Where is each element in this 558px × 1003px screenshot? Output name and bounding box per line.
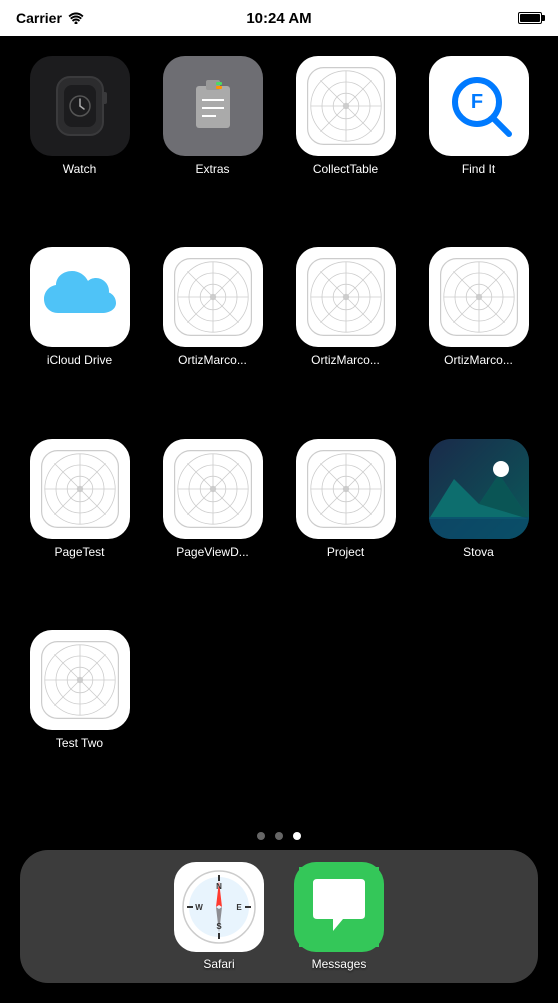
messages-icon-svg <box>299 867 379 947</box>
app-testtwo[interactable]: Test Two <box>18 630 141 801</box>
svg-text:N: N <box>216 882 222 891</box>
findit-label: Find It <box>462 162 495 176</box>
watch-label: Watch <box>63 162 97 176</box>
icloud-label: iCloud Drive <box>47 353 112 367</box>
carrier-label: Carrier <box>16 10 62 26</box>
app-pagetest[interactable]: PageTest <box>18 439 141 610</box>
pageviewd-label: PageViewD... <box>176 545 249 559</box>
messages-icon <box>294 862 384 952</box>
app-collecttable[interactable]: CollectTable <box>284 56 407 227</box>
battery-icon <box>518 12 542 24</box>
testtwo-label: Test Two <box>56 736 103 750</box>
ortizmarco3-grid-icon <box>439 257 519 337</box>
dock-messages[interactable]: Messages <box>294 862 384 971</box>
pagetest-label: PageTest <box>54 545 104 559</box>
carrier-wifi: Carrier <box>16 10 84 26</box>
ortizmarco2-grid-icon <box>306 257 386 337</box>
app-pageviewd[interactable]: PageViewD... <box>151 439 274 610</box>
project-icon <box>296 439 396 539</box>
project-label: Project <box>327 545 364 559</box>
battery-area <box>518 12 542 24</box>
app-ortizmarco2[interactable]: OrtizMarco... <box>284 247 407 418</box>
app-icloud[interactable]: iCloud Drive <box>18 247 141 418</box>
page-dots <box>0 822 558 850</box>
extras-label: Extras <box>195 162 229 176</box>
stova-icon <box>429 439 529 539</box>
app-ortizmarco3[interactable]: OrtizMarco... <box>417 247 540 418</box>
findit-icon: F <box>429 56 529 156</box>
app-grid: Watch Extras <box>0 36 558 822</box>
project-grid-icon <box>306 449 386 529</box>
pageviewd-icon <box>163 439 263 539</box>
extras-icon-svg <box>188 76 238 136</box>
svg-text:F: F <box>470 91 482 113</box>
svg-text:E: E <box>236 903 242 912</box>
page-dot-1[interactable] <box>257 832 265 840</box>
ortizmarco3-icon <box>429 247 529 347</box>
pagetest-icon <box>30 439 130 539</box>
battery-fill <box>520 14 540 22</box>
watch-face-icon <box>69 95 91 117</box>
ortizmarco1-icon <box>163 247 263 347</box>
extras-icon <box>163 56 263 156</box>
collecttable-label: CollectTable <box>313 162 378 176</box>
icloud-icon <box>30 247 130 347</box>
messages-label: Messages <box>312 957 367 971</box>
ortizmarco2-label: OrtizMarco... <box>311 353 380 367</box>
findit-icon-svg: F <box>439 66 519 146</box>
wifi-icon <box>68 12 84 24</box>
ortizmarco1-label: OrtizMarco... <box>178 353 247 367</box>
app-watch[interactable]: Watch <box>18 56 141 227</box>
testtwo-grid-icon <box>40 640 120 720</box>
svg-text:W: W <box>195 903 203 912</box>
safari-icon: N S E W <box>174 862 264 952</box>
app-extras[interactable]: Extras <box>151 56 274 227</box>
safari-label: Safari <box>203 957 234 971</box>
svg-text:S: S <box>216 922 222 931</box>
page-dot-3[interactable] <box>293 832 301 840</box>
safari-icon-svg: N S E W <box>179 867 259 947</box>
pageviewd-grid-icon <box>173 449 253 529</box>
watch-icon <box>30 56 130 156</box>
status-time: 10:24 AM <box>246 10 311 27</box>
ortizmarco1-grid-icon <box>173 257 253 337</box>
collecttable-icon <box>296 56 396 156</box>
page-dot-2[interactable] <box>275 832 283 840</box>
collecttable-grid-icon <box>306 66 386 146</box>
stova-icon-svg <box>429 439 529 539</box>
ortizmarco3-label: OrtizMarco... <box>444 353 513 367</box>
status-bar: Carrier 10:24 AM <box>0 0 558 36</box>
pagetest-grid-icon <box>40 449 120 529</box>
app-stova[interactable]: Stova <box>417 439 540 610</box>
app-project[interactable]: Project <box>284 439 407 610</box>
dock-safari[interactable]: N S E W Safari <box>174 862 264 971</box>
stova-label: Stova <box>463 545 494 559</box>
app-ortizmarco1[interactable]: OrtizMarco... <box>151 247 274 418</box>
watch-crown <box>102 92 107 104</box>
watch-body <box>56 76 104 136</box>
dock: N S E W Safari Messages <box>20 850 538 983</box>
icloud-icon-svg <box>40 267 120 327</box>
ortizmarco2-icon <box>296 247 396 347</box>
home-screen: Watch Extras <box>0 36 558 1003</box>
watch-screen <box>64 85 96 127</box>
testtwo-icon <box>30 630 130 730</box>
app-findit[interactable]: F Find It <box>417 56 540 227</box>
